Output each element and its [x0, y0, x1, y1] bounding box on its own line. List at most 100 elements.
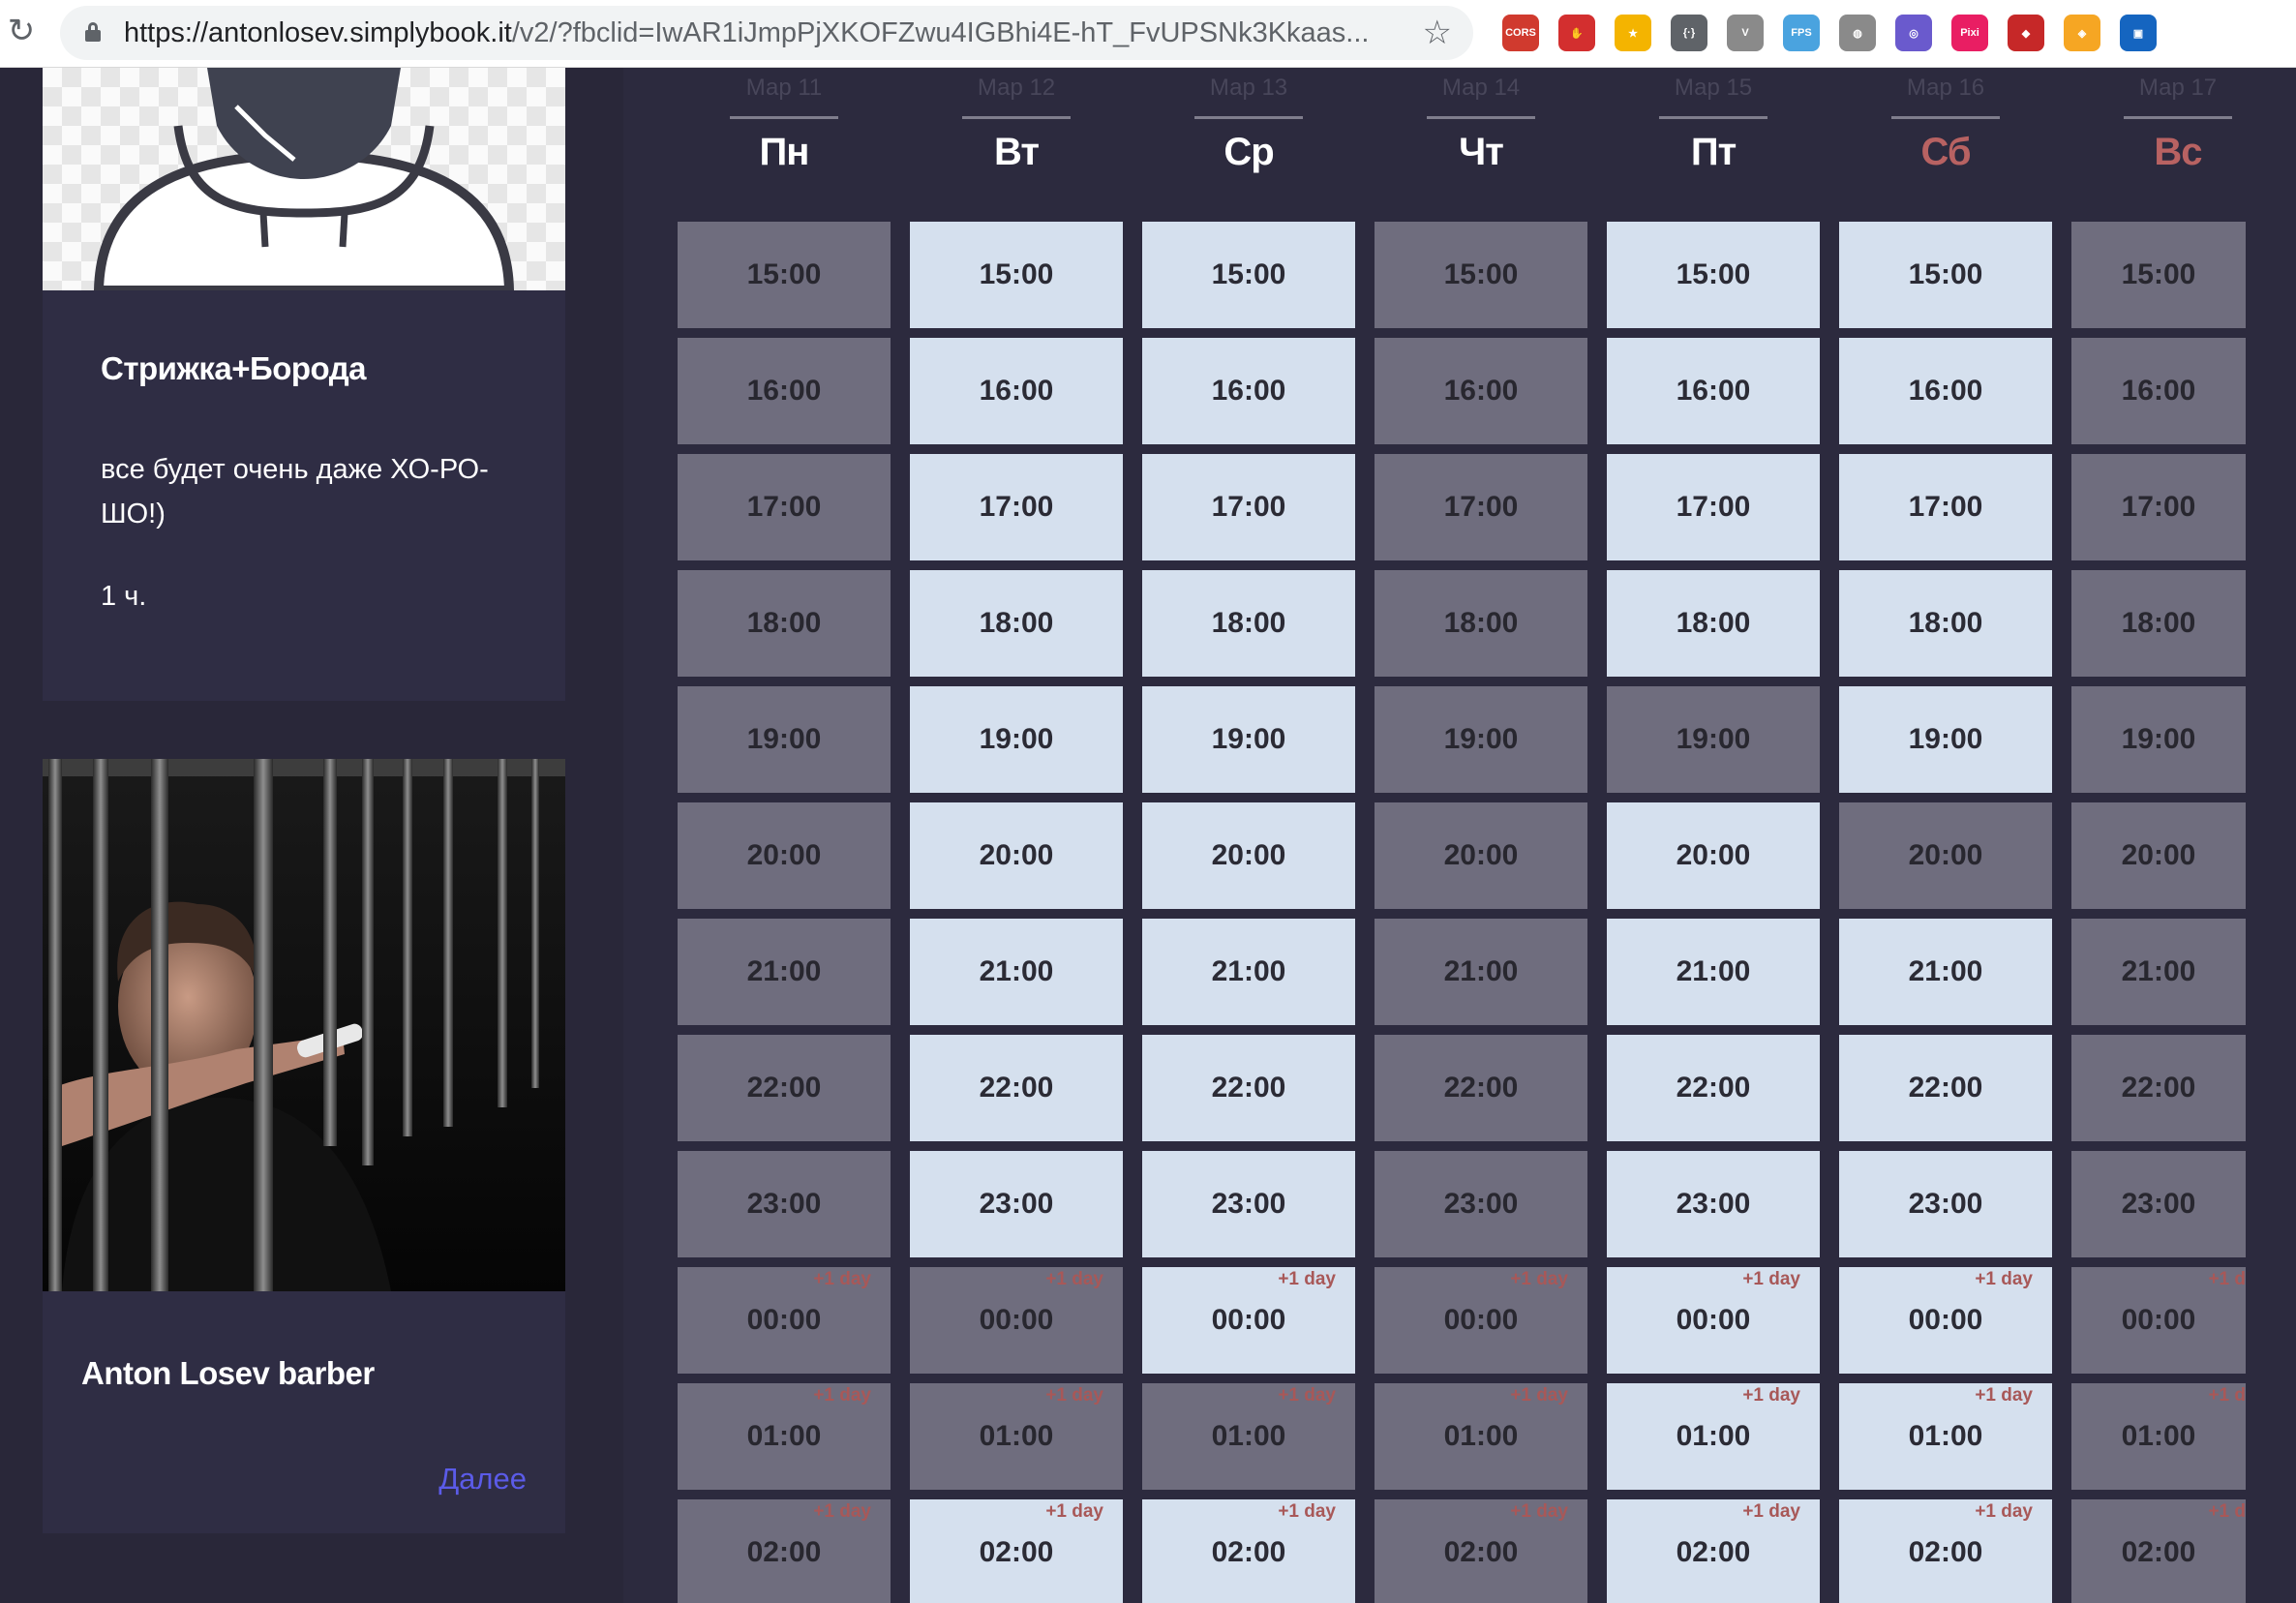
more-link[interactable]: Далее	[438, 1462, 527, 1497]
swirl-extension-icon[interactable]: ◎	[1895, 15, 1932, 51]
timeslot-time: 00:00	[1676, 1304, 1751, 1336]
timeslot-available[interactable]: 02:00 +1 day	[1839, 1499, 2052, 1603]
timeslot-available[interactable]: 15:00	[910, 222, 1123, 328]
timeslot-available[interactable]: 17:00	[910, 454, 1123, 560]
day-name: Ср	[1224, 131, 1274, 173]
next-day-badge: +1 day	[813, 1501, 871, 1522]
timeslot-available[interactable]: 17:00	[1839, 454, 2052, 560]
timeslot-available[interactable]: 00:00 +1 day	[1839, 1267, 2052, 1374]
timeslot-unavailable: 21:00	[678, 919, 891, 1025]
timeslot-time: 01:00	[2121, 1420, 2196, 1452]
timeslot-available[interactable]: 17:00	[1142, 454, 1355, 560]
timeslot-time: 18:00	[1211, 607, 1286, 639]
timeslot-available[interactable]: 22:00	[1607, 1035, 1820, 1141]
timeslot-time: 23:00	[1211, 1188, 1286, 1220]
browser-toolbar: ↻ https://antonlosev.simplybook.it/v2/?f…	[0, 0, 2296, 68]
timeslot-available[interactable]: 02:00 +1 day	[910, 1499, 1123, 1603]
timeslot-available[interactable]: 23:00	[1839, 1151, 2052, 1257]
next-day-badge: +1 day	[1742, 1501, 1800, 1522]
timeslot-available[interactable]: 15:00	[1607, 222, 1820, 328]
timeslot-available[interactable]: 23:00	[1607, 1151, 1820, 1257]
timeslot-available[interactable]: 21:00	[1607, 919, 1820, 1025]
address-bar[interactable]: https://antonlosev.simplybook.it/v2/?fbc…	[60, 6, 1473, 60]
timeslot-time: 01:00	[979, 1420, 1054, 1452]
day-date: Мар 15	[1674, 75, 1753, 101]
timeslot-available[interactable]: 22:00	[1839, 1035, 2052, 1141]
service-card[interactable]: Стрижка+Борода все будет очень даже ХО-Р…	[43, 290, 565, 701]
timeslot-time: 20:00	[979, 839, 1054, 871]
timeslot-available[interactable]: 18:00	[1607, 570, 1820, 677]
timeslot-unavailable: 01:00 +1 d	[2071, 1383, 2246, 1490]
timeslot-available[interactable]: 23:00	[1142, 1151, 1355, 1257]
timeslot-available[interactable]: 19:00	[910, 686, 1123, 793]
timeslot-time: 17:00	[1908, 491, 1983, 523]
timeslot-available[interactable]: 15:00	[1142, 222, 1355, 328]
pixi-devtools-extension-icon[interactable]: Pixi	[1951, 15, 1988, 51]
timeslot-available[interactable]: 21:00	[1839, 919, 2052, 1025]
timeslot-time: 21:00	[2121, 955, 2196, 987]
timeslot-time: 17:00	[1676, 491, 1751, 523]
day-header: Мар 12 Вт	[910, 68, 1123, 174]
next-day-badge: +1 day	[1975, 1385, 2033, 1406]
timeslot-available[interactable]: 15:00	[1839, 222, 2052, 328]
vue-devtools-extension-icon[interactable]: V	[1727, 15, 1764, 51]
timeslot-time: 00:00	[1908, 1304, 1983, 1336]
day-divider	[962, 116, 1071, 119]
timeslot-time: 19:00	[1443, 723, 1519, 755]
timeslot-calendar: Мар 11 Пн Мар 12 Вт Мар 13 Ср Мар 14 Чт Мар 15 Пт…	[623, 68, 2296, 1603]
timeslot-time: 01:00	[1211, 1420, 1286, 1452]
timeslot-available[interactable]: 20:00	[1607, 802, 1820, 909]
timeslot-available[interactable]: 00:00 +1 day	[1142, 1267, 1355, 1374]
timeslot-unavailable: 19:00	[1375, 686, 1587, 793]
provider-card[interactable]: Anton Losev barber Далее	[43, 1291, 565, 1533]
orange-extension-icon[interactable]: ◈	[2064, 15, 2100, 51]
globe-extension-icon[interactable]: ◍	[1839, 15, 1876, 51]
reload-icon[interactable]: ↻	[4, 14, 39, 48]
timeslot-available[interactable]: 20:00	[910, 802, 1123, 909]
timeslot-time: 15:00	[1443, 258, 1519, 290]
bookmark-star-icon[interactable]: ☆	[1423, 14, 1452, 52]
timeslot-available[interactable]: 18:00	[910, 570, 1123, 677]
timeslot-available[interactable]: 21:00	[1142, 919, 1355, 1025]
react-extension-icon[interactable]: ◆	[2008, 15, 2044, 51]
timeslot-available[interactable]: 00:00 +1 day	[1607, 1267, 1820, 1374]
timeslot-time: 15:00	[1676, 258, 1751, 290]
timeslot-available[interactable]: 02:00 +1 day	[1142, 1499, 1355, 1603]
timeslot-unavailable: 19:00	[1607, 686, 1820, 793]
next-day-badge: +1 d	[2208, 1269, 2246, 1289]
timeslot-available[interactable]: 17:00	[1607, 454, 1820, 560]
image-extension-icon[interactable]: ▣	[2120, 15, 2157, 51]
day-header: Мар 17 Вс	[2071, 68, 2284, 174]
day-date: Мар 16	[1906, 75, 1985, 101]
star-extension-icon[interactable]: ★	[1615, 15, 1651, 51]
timeslot-available[interactable]: 19:00	[1142, 686, 1355, 793]
timeslot-available[interactable]: 18:00	[1142, 570, 1355, 677]
timeslot-unavailable: 15:00	[2071, 222, 2246, 328]
day-name: Вс	[2154, 131, 2202, 173]
timeslot-time: 15:00	[746, 258, 822, 290]
timeslot-available[interactable]: 16:00	[910, 338, 1123, 444]
timeslot-available[interactable]: 16:00	[1607, 338, 1820, 444]
fps-extension-icon[interactable]: FPS	[1783, 15, 1820, 51]
stop-hand-extension-icon[interactable]: ✋	[1558, 15, 1595, 51]
timeslot-available[interactable]: 19:00	[1839, 686, 2052, 793]
url-text[interactable]: https://antonlosev.simplybook.it/v2/?fbc…	[124, 6, 1411, 60]
timeslot-available[interactable]: 21:00	[910, 919, 1123, 1025]
timeslot-time: 22:00	[979, 1072, 1054, 1104]
timeslot-available[interactable]: 22:00	[910, 1035, 1123, 1141]
timeslot-available[interactable]: 01:00 +1 day	[1607, 1383, 1820, 1490]
timeslot-available[interactable]: 16:00	[1142, 338, 1355, 444]
timeslot-available[interactable]: 01:00 +1 day	[1839, 1383, 2052, 1490]
day-divider	[1427, 116, 1535, 119]
cors-extension-icon[interactable]: CORS	[1502, 15, 1539, 51]
timeslot-available[interactable]: 02:00 +1 day	[1607, 1499, 1820, 1603]
timeslot-available[interactable]: 23:00	[910, 1151, 1123, 1257]
timeslot-available[interactable]: 18:00	[1839, 570, 2052, 677]
timeslot-available[interactable]: 22:00	[1142, 1035, 1355, 1141]
json-viewer-extension-icon[interactable]: {·}	[1671, 15, 1707, 51]
timeslot-unavailable: 00:00 +1 d	[2071, 1267, 2246, 1374]
timeslot-time: 20:00	[1443, 839, 1519, 871]
timeslot-time: 22:00	[1443, 1072, 1519, 1104]
timeslot-available[interactable]: 20:00	[1142, 802, 1355, 909]
timeslot-available[interactable]: 16:00	[1839, 338, 2052, 444]
